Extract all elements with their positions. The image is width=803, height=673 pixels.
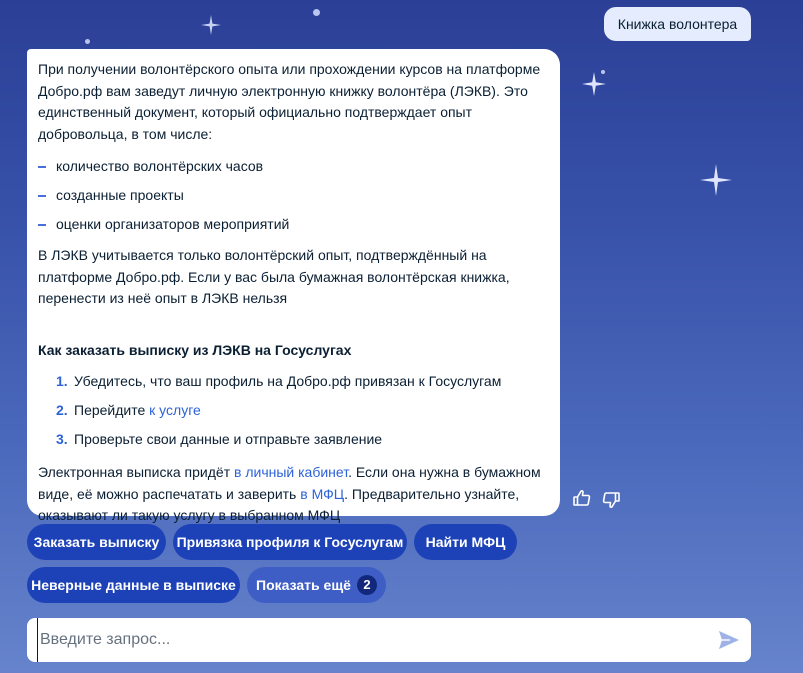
order-extract-chip[interactable]: Заказать выписку [27, 524, 166, 560]
star-dot [313, 9, 320, 16]
star-dot [85, 39, 90, 44]
bot-outro-text: Электронная выписка придёт в личный каби… [38, 462, 548, 527]
thumbs-up-icon[interactable] [572, 488, 592, 513]
query-input-container [27, 618, 751, 662]
sparkle-icon [200, 14, 222, 41]
query-input[interactable] [37, 618, 707, 662]
list-item: 3. Проверьте свои данные и отправьте заяв… [38, 425, 548, 454]
bot-message-bubble: При получении волонтёрского опыта или пр… [27, 49, 560, 523]
wrong-data-chip[interactable]: Неверные данные в выписке [27, 567, 240, 603]
sparkle-icon [698, 162, 734, 203]
bot-paragraph-text: В ЛЭКВ учитывается только волонтёрский о… [38, 247, 510, 306]
step-text: Проверьте свои данные и отправьте заявле… [74, 431, 383, 447]
more-count-badge: 2 [356, 575, 377, 595]
outro-part: Электронная выписка придёт [38, 464, 234, 480]
list-item: количество волонтёрских часов [38, 152, 548, 181]
user-message-bubble: Книжка волонтера [604, 7, 751, 41]
bot-steps-list: 1. Убедитесь, что ваш профиль на Добро.рф… [38, 367, 548, 454]
user-message-text: Книжка волонтера [617, 16, 738, 32]
personal-account-link[interactable]: в личный кабинет [234, 464, 348, 480]
sparkle-icon [580, 70, 608, 103]
list-item: 1. Убедитесь, что ваш профиль на Добро.рф… [38, 367, 548, 396]
list-item: созданные проекты [38, 181, 548, 210]
step-text: Убедитесь, что ваш профиль на Добро.рф п… [74, 373, 502, 389]
list-item: оценки организаторов мероприятий [38, 210, 548, 239]
mfc-link[interactable]: в МФЦ [300, 486, 344, 502]
chip-label: Неверные данные в выписке [31, 577, 236, 593]
step-text: Перейдите [74, 402, 150, 418]
step-number: 3. [56, 431, 68, 447]
chip-label: Заказать выписку [33, 534, 160, 550]
show-more-chip[interactable]: Показать ещё 2 [247, 567, 386, 603]
send-icon[interactable] [717, 628, 741, 652]
bot-intro-text: При получении волонтёрского опыта или пр… [38, 61, 541, 142]
chip-label: Показать ещё [256, 577, 351, 593]
bot-bullet-list: количество волонтёрских часов созданные … [38, 152, 548, 239]
link-profile-chip[interactable]: Привязка профиля к Госуслугам [173, 524, 407, 560]
bot-section-heading: Как заказать выписку из ЛЭКВ на Госуслуг… [38, 341, 352, 358]
service-link[interactable]: к услуге [149, 402, 201, 418]
list-item: 2. Перейдите к услуге [38, 396, 548, 425]
find-mfc-chip[interactable]: Найти МФЦ [414, 524, 517, 560]
step-number: 1. [56, 373, 68, 389]
thumbs-down-icon[interactable] [601, 490, 621, 515]
step-number: 2. [56, 402, 68, 418]
chip-label: Найти МФЦ [425, 534, 506, 550]
star-dot [601, 70, 605, 74]
chip-label: Привязка профиля к Госуслугам [176, 534, 404, 550]
